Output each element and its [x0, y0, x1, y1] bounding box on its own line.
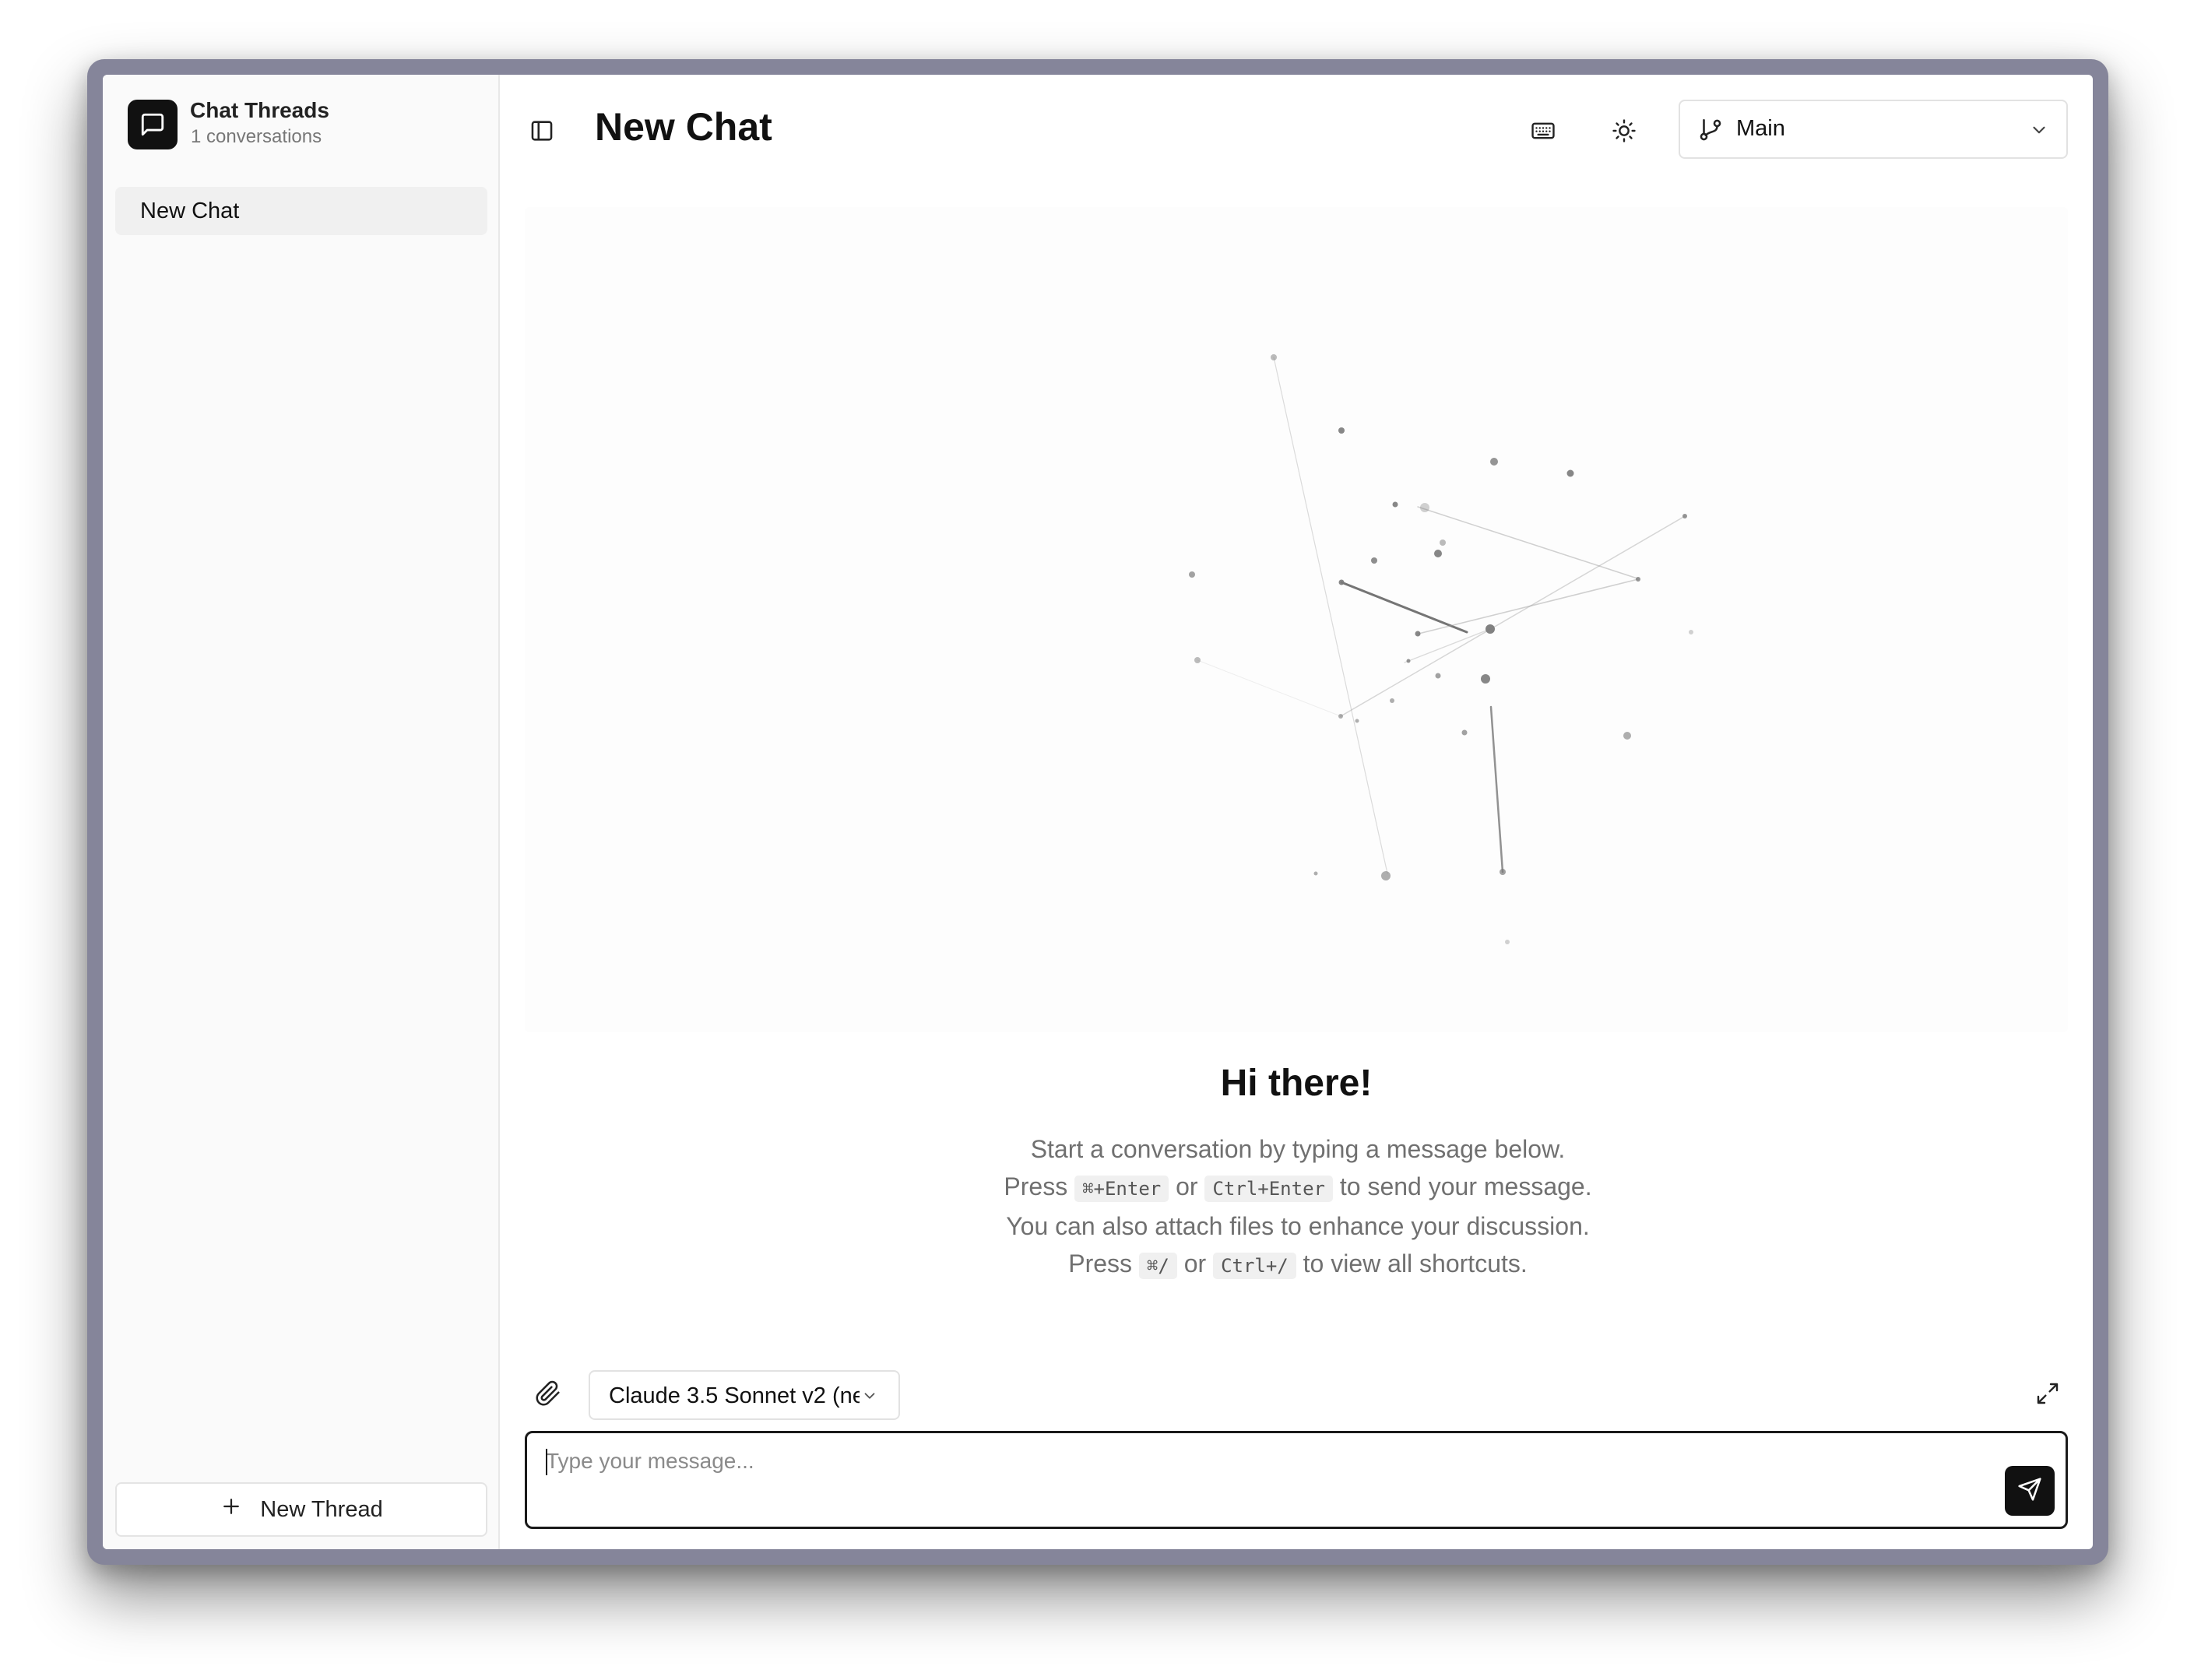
branch-label: Main — [1736, 116, 1785, 141]
model-select[interactable]: Claude 3.5 Sonnet v2 (new) — [589, 1370, 900, 1420]
sidebar: Chat Threads 1 conversations New Chat Ne… — [103, 75, 500, 1549]
keyboard-icon — [1530, 118, 1556, 148]
maximize-icon — [2035, 1381, 2060, 1410]
welcome-title: Hi there! — [1220, 1063, 1373, 1104]
model-label: Claude 3.5 Sonnet v2 (new) — [609, 1383, 860, 1408]
git-branch-icon — [1697, 117, 1724, 143]
sun-icon — [1611, 118, 1637, 148]
paperclip-icon — [535, 1380, 561, 1411]
kbd-shortcuts-mac: ⌘/ — [1138, 1253, 1177, 1279]
thread-item-label: New Chat — [140, 198, 240, 223]
welcome-text-part: or — [1176, 1249, 1214, 1278]
text-caret — [546, 1449, 547, 1475]
chevron-down-icon — [2029, 120, 2049, 140]
panel-left-icon — [529, 118, 555, 148]
kbd-send-mac: ⌘+Enter — [1074, 1176, 1169, 1202]
welcome-text-part: to view all shortcuts. — [1296, 1249, 1528, 1278]
plus-icon — [220, 1495, 243, 1524]
send-icon — [2017, 1477, 2042, 1506]
message-square-icon — [128, 100, 178, 149]
new-thread-label: New Thread — [260, 1496, 383, 1522]
sidebar-toggle-button[interactable] — [522, 112, 562, 153]
welcome-text-part: or — [1169, 1172, 1205, 1200]
kbd-shortcuts-ctrl: Ctrl+/ — [1213, 1253, 1296, 1279]
kbd-send-ctrl: Ctrl+Enter — [1204, 1176, 1333, 1202]
theme-toggle-button[interactable] — [1601, 109, 1647, 156]
network-graph — [1189, 354, 1693, 944]
branch-select[interactable]: Main — [1679, 100, 2068, 159]
app-window: Chat Threads 1 conversations New Chat Ne… — [103, 75, 2093, 1549]
chevron-down-icon — [861, 1387, 878, 1404]
new-thread-button[interactable]: New Thread — [115, 1482, 487, 1537]
expand-composer-button[interactable] — [2026, 1373, 2069, 1417]
thread-item-new-chat[interactable]: New Chat — [115, 187, 487, 235]
send-button[interactable] — [2005, 1466, 2055, 1516]
message-composer — [525, 1431, 2068, 1529]
network-visualization — [525, 207, 2068, 1032]
message-input[interactable] — [546, 1446, 2009, 1477]
attach-file-button[interactable] — [526, 1373, 570, 1417]
welcome-text: Start a conversation by typing a message… — [998, 1130, 1598, 1285]
page-title: New Chat — [595, 105, 772, 149]
conversation-count: 1 conversations — [191, 126, 322, 147]
app-title: Chat Threads — [190, 98, 329, 122]
keyboard-shortcuts-button[interactable] — [1520, 109, 1566, 156]
